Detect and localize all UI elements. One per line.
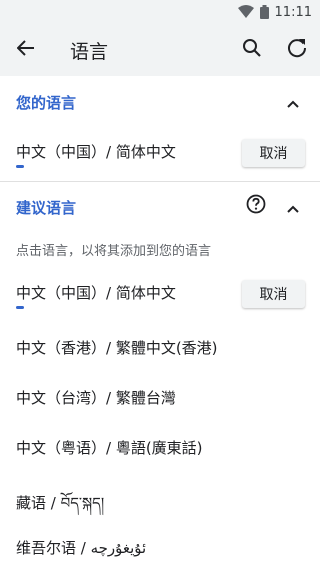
- section-divider: [0, 181, 320, 182]
- active-indicator: [16, 306, 24, 309]
- your-languages-label: 您的语言: [16, 94, 77, 112]
- suggested-language-item[interactable]: 维吾尔语 / ئۇيغۇرچە: [0, 523, 320, 573]
- back-button[interactable]: [12, 36, 40, 64]
- cancel-button[interactable]: 取消: [242, 280, 305, 308]
- wifi-icon: [237, 5, 254, 19]
- collapse-suggested-languages-button[interactable]: [283, 197, 303, 217]
- language-name: 中文（中国）/ 简体中文: [16, 143, 176, 161]
- help-icon: [246, 194, 266, 218]
- app-bar: 语言: [0, 24, 320, 76]
- page-title: 语言: [70, 41, 109, 63]
- refresh-button[interactable]: [283, 36, 311, 64]
- suggested-languages-header: 建议语言: [0, 187, 320, 227]
- cancel-button[interactable]: 取消: [242, 139, 305, 167]
- active-indicator: [16, 165, 24, 168]
- suggested-language-item[interactable]: 藏语 / བོད་སྐད།: [0, 473, 320, 523]
- search-button[interactable]: [238, 36, 266, 64]
- arrow-back-icon: [16, 39, 35, 61]
- language-name: 中文（台湾）/ 繁體台灣: [16, 389, 176, 407]
- your-language-item[interactable]: 中文（中国）/ 简体中文 取消: [0, 127, 320, 177]
- suggested-languages-hint: 点击语言，以将其添加到您的语言: [16, 244, 212, 259]
- language-name: 维吾尔语 / ئۇيغۇرچە: [16, 539, 147, 557]
- language-name: 中文（中国）/ 简体中文: [16, 284, 176, 302]
- suggested-language-item[interactable]: 中文（台湾）/ 繁體台灣: [0, 373, 320, 423]
- language-name: 中文（香港）/ 繁體中文(香港): [16, 339, 218, 357]
- suggested-language-item[interactable]: 中文（香港）/ 繁體中文(香港): [0, 323, 320, 373]
- your-languages-header: 您的语言: [0, 82, 320, 122]
- collapse-your-languages-button[interactable]: [283, 92, 303, 112]
- chevron-up-icon: [287, 93, 299, 112]
- suggested-language-item[interactable]: 中文（粤语）/ 粵語(廣東話): [0, 423, 320, 473]
- suggested-languages-label: 建议语言: [16, 199, 77, 217]
- help-button[interactable]: [245, 194, 267, 218]
- refresh-icon: [286, 37, 308, 63]
- status-bar: 11:11: [0, 0, 320, 24]
- suggested-language-item[interactable]: 中文（中国）/ 简体中文 取消: [0, 268, 320, 318]
- chevron-up-icon: [287, 198, 299, 217]
- status-time: 11:11: [274, 4, 312, 20]
- battery-icon: [259, 5, 269, 19]
- search-icon: [242, 38, 262, 62]
- language-name: 中文（粤语）/ 粵語(廣東話): [16, 439, 203, 457]
